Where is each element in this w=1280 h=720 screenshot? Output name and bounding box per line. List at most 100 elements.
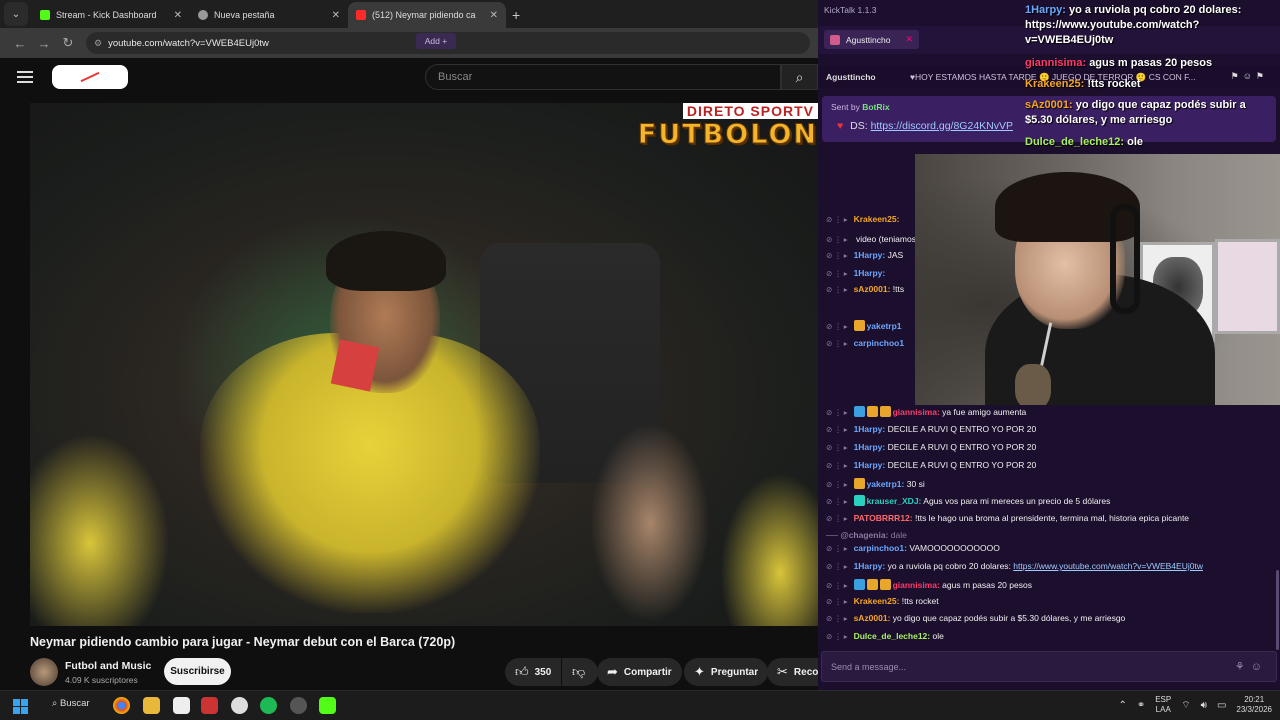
- mod-actions-icon[interactable]: ⊘⋮▸: [826, 614, 850, 623]
- chatgpt-icon[interactable]: [231, 697, 248, 714]
- tab-new-tab[interactable]: Nueva pestaña ✕: [190, 2, 348, 28]
- mod-actions-icon[interactable]: ⊘⋮▸: [826, 480, 850, 489]
- channel-name[interactable]: Futbol and Music: [65, 660, 151, 672]
- chat-username[interactable]: carpinchoo1:: [854, 543, 907, 553]
- chat-username[interactable]: 1Harpy:: [854, 268, 886, 278]
- chat-username[interactable]: 1Harpy:: [854, 424, 886, 434]
- chat-username[interactable]: yaketrp1: [867, 321, 902, 331]
- search-icon[interactable]: ⌕: [781, 64, 818, 90]
- dislike-button[interactable]: 👎︎: [562, 658, 598, 686]
- chat-username[interactable]: Dulce_de_leche12:: [854, 631, 931, 641]
- chat-username[interactable]: giannisima:: [893, 580, 940, 590]
- reload-icon[interactable]: ↻: [56, 35, 80, 51]
- mod-actions-icon[interactable]: ⊘⋮▸: [826, 497, 850, 506]
- video-legs: [590, 423, 710, 623]
- pinned-link[interactable]: https://discord.gg/8G24KNvVP: [871, 120, 1013, 132]
- share-button[interactable]: ➦ Compartir: [597, 658, 682, 686]
- tab-kick-dashboard[interactable]: Stream - Kick Dashboard ✕: [32, 2, 190, 28]
- tab-search-button[interactable]: ⌄: [4, 2, 28, 26]
- ask-button[interactable]: ✦ Preguntar: [684, 658, 769, 686]
- tray-app-icon[interactable]: ⚭: [1137, 700, 1145, 711]
- site-info-icon[interactable]: ⚙: [94, 38, 102, 49]
- chevron-up-icon[interactable]: ⌃: [1118, 700, 1126, 711]
- obs-icon[interactable]: [290, 697, 307, 714]
- tab-close-icon[interactable]: ✕: [332, 10, 340, 21]
- mod-actions-icon[interactable]: ⊘⋮▸: [826, 408, 850, 417]
- clip-button[interactable]: ✂ Reco: [767, 658, 818, 686]
- taskbar-search[interactable]: ⌕ Buscar: [52, 698, 90, 709]
- new-tab-button[interactable]: +: [512, 2, 520, 28]
- mod-actions-icon[interactable]: ⊘⋮▸: [826, 235, 850, 244]
- mod-actions-icon[interactable]: ⊘⋮▸: [826, 597, 850, 606]
- broadcaster-main: FUTBOLON: [637, 119, 818, 151]
- tab-youtube-video[interactable]: (512) Neymar pidiendo ca ✕: [348, 2, 506, 28]
- chrome-icon[interactable]: [113, 697, 130, 714]
- spotify-icon[interactable]: [260, 697, 277, 714]
- mod-actions-icon[interactable]: ⊘⋮▸: [826, 339, 850, 348]
- add-button[interactable]: Add +: [416, 33, 456, 49]
- chat-username[interactable]: krauser_XDJ:: [867, 496, 922, 506]
- youtube-logo[interactable]: [52, 65, 128, 89]
- kick-icon[interactable]: [319, 697, 336, 714]
- windows-start-icon[interactable]: [13, 699, 28, 714]
- headset: [1110, 204, 1140, 314]
- thumbs-down-icon: 👎︎: [572, 664, 586, 679]
- chat-text: yo digo que capaz podés subir a $5.30 dó…: [892, 613, 1126, 623]
- back-icon[interactable]: ←: [8, 36, 32, 51]
- battery-icon[interactable]: ▭: [1217, 700, 1226, 711]
- menu-icon[interactable]: [17, 71, 33, 83]
- tab-close-icon[interactable]: ✕: [490, 10, 498, 21]
- mod-actions-icon[interactable]: ⊘⋮▸: [826, 322, 850, 331]
- chat-username[interactable]: yaketrp1:: [867, 479, 905, 489]
- chat-message-input[interactable]: Send a message... ⚘☺: [821, 651, 1277, 682]
- tab-close-icon[interactable]: ✕: [174, 10, 182, 21]
- chat-username[interactable]: 1Harpy:: [854, 460, 886, 470]
- folder-icon[interactable]: [143, 697, 160, 714]
- chat-username[interactable]: sAz0001:: [854, 613, 891, 623]
- mod-actions-icon[interactable]: ⊘⋮▸: [826, 461, 850, 470]
- subscribe-button[interactable]: Suscribirse: [164, 658, 231, 685]
- mod-actions-icon[interactable]: ⊘⋮▸: [826, 544, 850, 553]
- chat-username[interactable]: PATOBRRR12:: [854, 513, 913, 523]
- chat-username[interactable]: Krakeen25:: [854, 214, 900, 224]
- mod-actions-icon[interactable]: ⊘⋮▸: [826, 215, 850, 224]
- mod-actions-icon[interactable]: ⊘⋮▸: [826, 632, 850, 641]
- like-button[interactable]: 👍︎ 350: [505, 658, 561, 686]
- chat-scrollbar[interactable]: [1276, 570, 1279, 650]
- chat-tab-agusttincho[interactable]: Agusttincho ✕: [824, 30, 919, 49]
- chat-username[interactable]: 1Harpy:: [854, 250, 886, 260]
- mod-actions-icon[interactable]: ⊘⋮▸: [826, 425, 850, 434]
- chat-username[interactable]: @chagenia:: [840, 530, 888, 540]
- search-input[interactable]: Buscar: [425, 64, 781, 90]
- chat-link[interactable]: https://www.youtube.com/watch?v=VWEB4EUj…: [1013, 561, 1203, 571]
- video-player[interactable]: DIRETO SPORTV FUTBOLON: [30, 103, 818, 626]
- notion-icon[interactable]: [173, 697, 190, 714]
- mod-actions-icon[interactable]: ⊘⋮▸: [826, 562, 850, 571]
- mod-actions-icon[interactable]: ⊘⋮▸: [826, 581, 850, 590]
- chat-username[interactable]: Krakeen25:: [854, 596, 900, 606]
- channel-avatar[interactable]: [30, 658, 58, 686]
- emote-icon[interactable]: ⚘☺: [1235, 660, 1268, 673]
- close-icon[interactable]: ✕: [905, 34, 913, 45]
- mod-actions-icon[interactable]: ⊘⋮▸: [826, 269, 850, 278]
- chat-text: dale: [890, 530, 907, 540]
- mod-actions-icon[interactable]: ⊘⋮▸: [826, 514, 850, 523]
- mod-actions-icon[interactable]: ⊘⋮▸: [826, 251, 850, 260]
- url-text: youtube.com/watch?v=VWEB4EUj0tw: [108, 37, 269, 49]
- forward-icon[interactable]: →: [32, 36, 56, 51]
- chat-username[interactable]: 1Harpy:: [854, 442, 886, 452]
- clip-label: Reco: [793, 666, 819, 678]
- clock[interactable]: 20:21 23/3/2026: [1236, 695, 1272, 715]
- chat-username[interactable]: giannisima:: [893, 407, 940, 417]
- volume-icon[interactable]: 🔊︎: [1201, 700, 1207, 711]
- network-icon[interactable]: ⌔: [1181, 699, 1190, 712]
- mod-actions-icon[interactable]: ⊘⋮▸: [826, 285, 850, 294]
- app-icon[interactable]: [201, 697, 218, 714]
- chrome-favicon-icon: [198, 10, 208, 20]
- chat-username[interactable]: carpinchoo1: [854, 338, 905, 348]
- chat-username[interactable]: sAz0001:: [854, 284, 891, 294]
- chat-username[interactable]: 1Harpy:: [854, 561, 886, 571]
- mod-actions-icon[interactable]: ⊘⋮▸: [826, 443, 850, 452]
- language-indicator[interactable]: ESP LAA: [1155, 695, 1171, 715]
- stream-user: Agusttincho: [826, 72, 876, 82]
